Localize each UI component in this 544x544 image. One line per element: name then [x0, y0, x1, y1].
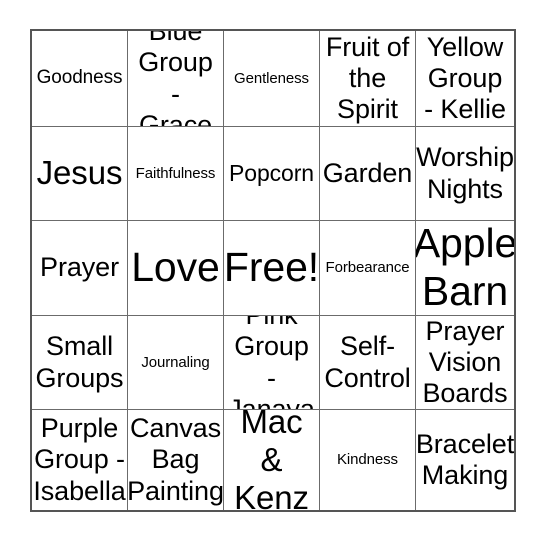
bingo-cell-r4-c4[interactable]: Self- Control	[320, 316, 416, 410]
bingo-cell-label: Prayer	[40, 252, 119, 283]
bingo-cell-r4-c3[interactable]: Pink Group - Janaya	[224, 316, 320, 410]
bingo-cell-r3-c5[interactable]: Apple Barn	[416, 221, 514, 316]
bingo-cell-label: Journaling	[141, 353, 210, 371]
bingo-cell-r3-c2[interactable]: Love	[128, 221, 224, 316]
bingo-cell-label: Goodness	[36, 67, 123, 89]
bingo-cell-label: Blue Group - Grace	[138, 31, 213, 127]
bingo-cell-label: Garden	[322, 157, 413, 188]
bingo-cell-label: Faithfulness	[135, 164, 216, 182]
bingo-cell-label: Worship Nights	[416, 142, 514, 204]
bingo-cell-label: Purple Group - Isabella	[33, 413, 126, 506]
bingo-cell-label: Gentleness	[234, 69, 309, 87]
bingo-cell-label: Free!	[224, 244, 320, 291]
bingo-cell-label: Self- Control	[324, 331, 411, 393]
bingo-cell-r2-c2[interactable]: Faithfulness	[128, 127, 224, 221]
bingo-cell-r1-c5[interactable]: Yellow Group - Kellie	[416, 31, 514, 127]
bingo-cell-r2-c4[interactable]: Garden	[320, 127, 416, 221]
bingo-cell-r3-c3[interactable]: Free!	[224, 221, 320, 316]
bingo-cell-r2-c5[interactable]: Worship Nights	[416, 127, 514, 221]
bingo-card: Goodness Blue Group - Grace Gentleness Frui…	[30, 29, 516, 512]
bingo-cell-r2-c3[interactable]: Popcorn	[224, 127, 320, 221]
bingo-cell-label: Apple Barn	[416, 221, 514, 314]
bingo-cell-label: Mac & Kenz	[234, 410, 309, 510]
bingo-cell-r5-c3[interactable]: Mac & Kenz	[224, 410, 320, 510]
bingo-cell-r1-c3[interactable]: Gentleness	[224, 31, 320, 127]
bingo-cell-r3-c1[interactable]: Prayer	[32, 221, 128, 316]
bingo-cell-r5-c4[interactable]: Kindness	[320, 410, 416, 510]
bingo-cell-r5-c1[interactable]: Purple Group - Isabella	[32, 410, 128, 510]
bingo-cell-r1-c2[interactable]: Blue Group - Grace	[128, 31, 224, 127]
bingo-cell-label: Love	[131, 244, 220, 291]
bingo-cell-label: Bracelet Making	[416, 428, 514, 490]
bingo-cell-label: Kindness	[337, 451, 398, 469]
bingo-cell-label: Forbearance	[325, 259, 410, 277]
bingo-cell-r4-c2[interactable]: Journaling	[128, 316, 224, 410]
bingo-cell-label: Fruit of the Spirit	[325, 31, 410, 125]
bingo-cell-label: Popcorn	[229, 160, 314, 187]
bingo-cell-r5-c2[interactable]: Canvas Bag Painting	[128, 410, 224, 510]
bingo-cell-label: Canvas Bag Painting	[128, 413, 224, 506]
bingo-cell-r3-c4[interactable]: Forbearance	[320, 221, 416, 316]
bingo-cell-r1-c1[interactable]: Goodness	[32, 31, 128, 127]
bingo-cell-label: Small Groups	[35, 331, 124, 393]
bingo-cell-label: Pink Group - Janaya	[228, 316, 315, 410]
bingo-cell-label: Jesus	[36, 154, 123, 192]
bingo-cell-r2-c1[interactable]: Jesus	[32, 127, 128, 221]
bingo-cell-r4-c1[interactable]: Small Groups	[32, 316, 128, 410]
bingo-cell-label: Prayer Vision Boards	[422, 316, 508, 409]
bingo-cell-r1-c4[interactable]: Fruit of the Spirit	[320, 31, 416, 127]
bingo-cell-label: Yellow Group - Kellie	[424, 31, 506, 125]
bingo-cell-r5-c5[interactable]: Bracelet Making	[416, 410, 514, 510]
bingo-cell-r4-c5[interactable]: Prayer Vision Boards	[416, 316, 514, 410]
